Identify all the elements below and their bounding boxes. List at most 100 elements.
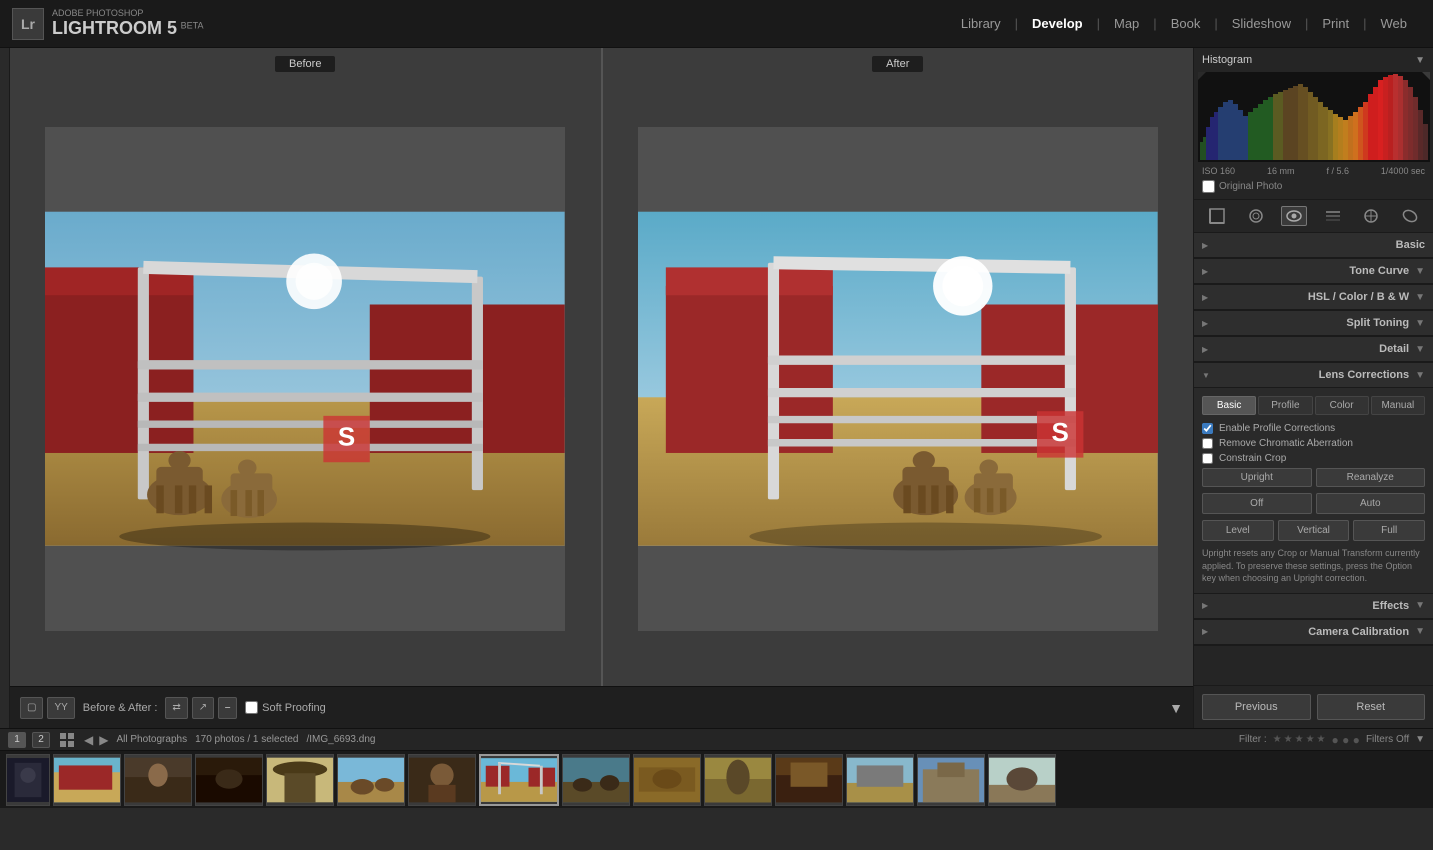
detail-toggle[interactable]: ▼ (1415, 344, 1425, 355)
histogram-title: Histogram (1202, 54, 1252, 66)
lens-tab-profile[interactable]: Profile (1258, 396, 1312, 415)
lens-corrections-toggle[interactable]: ▼ (1415, 370, 1425, 381)
auto-btn[interactable]: Auto (1316, 493, 1426, 514)
graduated-filter-icon[interactable] (1320, 206, 1346, 226)
lens-tab-basic[interactable]: Basic (1202, 396, 1256, 415)
radial-filter-icon[interactable] (1397, 206, 1423, 226)
thumb-15[interactable] (988, 754, 1056, 806)
before-photo: S (45, 127, 565, 630)
logo-area: Lr ADOBE PHOTOSHOP LIGHTROOM 5 BETA (12, 8, 203, 40)
thumb-3[interactable] (124, 754, 192, 806)
star-2[interactable]: ★ (1284, 734, 1293, 745)
crop-tool-icon[interactable] (1204, 206, 1230, 226)
toolbar-collapse-btn[interactable]: ▼ (1169, 700, 1183, 716)
star-4[interactable]: ★ (1306, 734, 1315, 745)
reanalyze-btn[interactable]: Reanalyze (1316, 468, 1426, 487)
tone-curve-header[interactable]: ▶ Tone Curve ▼ (1194, 259, 1433, 284)
spot-removal-icon[interactable] (1243, 206, 1269, 226)
chromatic-aberration-checkbox[interactable] (1202, 438, 1213, 449)
thumb-1[interactable] (6, 754, 50, 806)
effects-header[interactable]: ▶ Effects ▼ (1194, 594, 1433, 619)
red-eye-icon[interactable] (1281, 206, 1307, 226)
upright-btn[interactable]: Upright (1202, 468, 1312, 487)
basic-title: Basic (1214, 239, 1425, 251)
constrain-crop-row: Constrain Crop (1202, 453, 1425, 464)
lens-tab-manual[interactable]: Manual (1371, 396, 1425, 415)
thumb-8-selected[interactable] (479, 754, 559, 806)
page-1[interactable]: 1 (8, 732, 26, 748)
thumb-2[interactable] (53, 754, 121, 806)
thumb-11[interactable] (704, 754, 772, 806)
lens-corrections-header[interactable]: ▼ Lens Corrections ▼ (1194, 363, 1433, 388)
camera-calibration-section: ▶ Camera Calibration ▼ (1194, 620, 1433, 646)
camera-calibration-toggle[interactable]: ▼ (1415, 626, 1425, 637)
thumb-6[interactable] (337, 754, 405, 806)
thumb-10[interactable] (633, 754, 701, 806)
lens-tab-color[interactable]: Color (1315, 396, 1369, 415)
copy-btn[interactable]: ↗ (192, 697, 214, 719)
detail-title: Detail (1214, 343, 1409, 355)
split-toning-section: ▶ Split Toning ▼ (1194, 311, 1433, 337)
constrain-crop-label: Constrain Crop (1219, 453, 1286, 464)
selected-file: /IMG_6693.dng (307, 734, 376, 745)
filter-expand-btn[interactable]: ▼ (1415, 734, 1425, 745)
thumb-13[interactable] (846, 754, 914, 806)
app-name: LIGHTROOM 5 BETA (52, 18, 203, 39)
iso-info: ISO 160 (1202, 166, 1235, 176)
enable-profile-label: Enable Profile Corrections (1219, 423, 1335, 434)
main-area: Before (0, 48, 1433, 728)
after-pane: After (603, 48, 1194, 686)
star-1[interactable]: ★ (1273, 734, 1282, 745)
vertical-btn[interactable]: Vertical (1278, 520, 1350, 541)
star-5[interactable]: ★ (1317, 734, 1326, 745)
hsl-header[interactable]: ▶ HSL / Color / B & W ▼ (1194, 285, 1433, 310)
adjustment-brush-icon[interactable] (1358, 206, 1384, 226)
nav-print[interactable]: Print (1308, 0, 1363, 48)
constrain-crop-checkbox[interactable] (1202, 453, 1213, 464)
thumb-14[interactable] (917, 754, 985, 806)
camera-calibration-header[interactable]: ▶ Camera Calibration ▼ (1194, 620, 1433, 645)
view-compare-btn[interactable]: YY (47, 697, 74, 719)
nav-web[interactable]: Web (1367, 0, 1422, 48)
histogram-menu-btn[interactable]: ▼ (1415, 55, 1425, 66)
nav-develop[interactable]: Develop (1018, 0, 1097, 48)
effects-toggle[interactable]: ▼ (1415, 600, 1425, 611)
full-btn[interactable]: Full (1353, 520, 1425, 541)
basic-header[interactable]: ▶ Basic (1194, 233, 1433, 258)
nav-map[interactable]: Map (1100, 0, 1153, 48)
soft-proofing-checkbox[interactable] (245, 701, 258, 714)
page-2[interactable]: 2 (32, 732, 50, 748)
swap-btn[interactable]: ⇄ (165, 697, 187, 719)
view-loupe-btn[interactable]: ▢ (20, 697, 43, 719)
star-3[interactable]: ★ (1295, 734, 1304, 745)
before-pane: Before (10, 48, 601, 686)
thumb-4[interactable] (195, 754, 263, 806)
right-panel: Histogram ▼ (1193, 48, 1433, 728)
split-toning-header[interactable]: ▶ Split Toning ▼ (1194, 311, 1433, 336)
tone-curve-toggle[interactable]: ▼ (1415, 266, 1425, 277)
prev-arrow[interactable]: ◀ (84, 733, 93, 747)
split-toning-toggle[interactable]: ▼ (1415, 318, 1425, 329)
split-btn[interactable]: ⎯ (218, 697, 237, 719)
detail-header[interactable]: ▶ Detail ▼ (1194, 337, 1433, 362)
after-label: After (872, 56, 923, 72)
thumb-7[interactable] (408, 754, 476, 806)
grid-btn[interactable] (60, 733, 74, 747)
nav-library[interactable]: Library (947, 0, 1015, 48)
reset-btn[interactable]: Reset (1317, 694, 1426, 720)
filter-color-dots: ● ● ● (1332, 733, 1360, 747)
level-btn[interactable]: Level (1202, 520, 1274, 541)
nav-book[interactable]: Book (1157, 0, 1215, 48)
next-arrow[interactable]: ▶ (99, 733, 108, 747)
off-btn[interactable]: Off (1202, 493, 1312, 514)
nav-slideshow[interactable]: Slideshow (1218, 0, 1305, 48)
hsl-toggle[interactable]: ▼ (1415, 292, 1425, 303)
enable-profile-checkbox[interactable] (1202, 423, 1213, 434)
thumb-12[interactable] (775, 754, 843, 806)
filmstrip-thumbs (0, 751, 1433, 808)
thumb-5[interactable] (266, 754, 334, 806)
original-photo-checkbox[interactable] (1202, 180, 1215, 193)
previous-btn[interactable]: Previous (1202, 694, 1311, 720)
svg-text:S: S (1051, 417, 1068, 447)
thumb-9[interactable] (562, 754, 630, 806)
